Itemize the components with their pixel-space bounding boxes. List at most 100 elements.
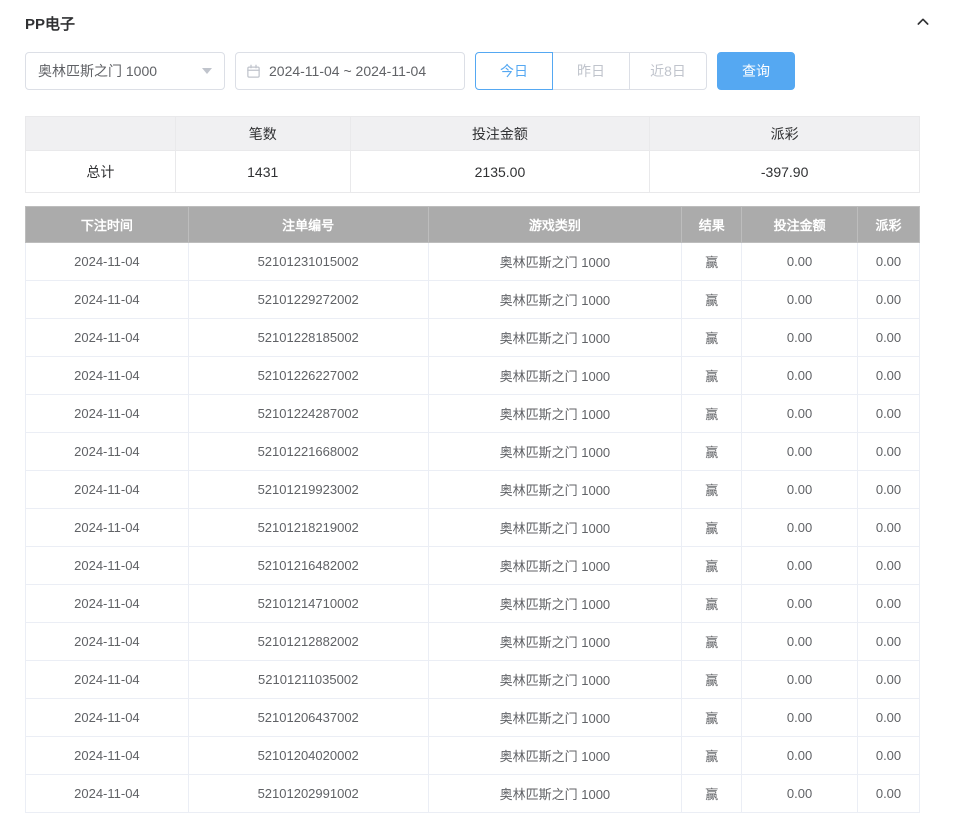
summary-header-blank	[26, 117, 176, 151]
cell-payout: 0.00	[858, 281, 920, 319]
cell-result: 赢	[682, 547, 742, 585]
calendar-icon	[246, 64, 261, 79]
cell-order_no: 52101221668002	[188, 433, 428, 471]
cell-game: 奥林匹斯之门 1000	[428, 737, 682, 775]
cell-date: 2024-11-04	[26, 319, 189, 357]
cell-bet: 0.00	[742, 433, 858, 471]
bet-table-header-row: 下注时间注单编号游戏类别结果投注金额派彩	[26, 207, 920, 243]
cell-date: 2024-11-04	[26, 471, 189, 509]
cell-game: 奥林匹斯之门 1000	[428, 281, 682, 319]
cell-order_no: 52101219923002	[188, 471, 428, 509]
cell-payout: 0.00	[858, 509, 920, 547]
table-row: 2024-11-0452101231015002奥林匹斯之门 1000赢0.00…	[26, 243, 920, 281]
cell-result: 赢	[682, 585, 742, 623]
cell-bet: 0.00	[742, 471, 858, 509]
cell-game: 奥林匹斯之门 1000	[428, 661, 682, 699]
cell-result: 赢	[682, 395, 742, 433]
summary-header-bet: 投注金额	[350, 117, 650, 151]
cell-bet: 0.00	[742, 775, 858, 813]
cell-date: 2024-11-04	[26, 623, 189, 661]
summary-total-row: 总计 1431 2135.00 -397.90	[26, 151, 920, 193]
cell-game: 奥林匹斯之门 1000	[428, 509, 682, 547]
cell-date: 2024-11-04	[26, 661, 189, 699]
cell-date: 2024-11-04	[26, 357, 189, 395]
cell-payout: 0.00	[858, 699, 920, 737]
table-row: 2024-11-0452101229272002奥林匹斯之门 1000赢0.00…	[26, 281, 920, 319]
cell-bet: 0.00	[742, 281, 858, 319]
cell-game: 奥林匹斯之门 1000	[428, 623, 682, 661]
cell-game: 奥林匹斯之门 1000	[428, 471, 682, 509]
cell-date: 2024-11-04	[26, 699, 189, 737]
cell-bet: 0.00	[742, 585, 858, 623]
cell-result: 赢	[682, 433, 742, 471]
cell-date: 2024-11-04	[26, 395, 189, 433]
cell-payout: 0.00	[858, 737, 920, 775]
column-header-payout: 派彩	[858, 207, 920, 243]
quick-filter-last8days[interactable]: 近8日	[629, 52, 707, 90]
quick-filter-yesterday[interactable]: 昨日	[552, 52, 630, 90]
page-title: PP电子	[25, 13, 75, 34]
table-row: 2024-11-0452101216482002奥林匹斯之门 1000赢 0.00…	[26, 547, 920, 585]
cell-result: 赢	[682, 661, 742, 699]
cell-result: 赢	[682, 471, 742, 509]
cell-order_no: 52101224287002	[188, 395, 428, 433]
cell-payout: 0.00	[858, 585, 920, 623]
date-range-value: 2024-11-04 ~ 2024-11-04	[269, 63, 426, 79]
cell-bet: 0.00	[742, 395, 858, 433]
cell-game: 奥林匹斯之门 1000	[428, 243, 682, 281]
cell-game: 奥林匹斯之门 1000	[428, 775, 682, 813]
cell-date: 2024-11-04	[26, 585, 189, 623]
chevron-up-icon	[915, 14, 931, 33]
cell-order_no: 52101229272002	[188, 281, 428, 319]
cell-order_no: 52101231015002	[188, 243, 428, 281]
panel-header: PP电子	[25, 10, 935, 36]
summary-payout-value: -397.90	[650, 151, 920, 193]
column-header-result: 结果	[682, 207, 742, 243]
game-select[interactable]: 奥林匹斯之门 1000	[25, 52, 225, 90]
filter-row: 奥林匹斯之门 1000 2024-11-04 ~ 2024-11-04 今日 昨…	[25, 52, 935, 90]
quick-filter-today[interactable]: 今日	[475, 52, 553, 90]
column-header-order_no: 注单编号	[188, 207, 428, 243]
table-row: 2024-11-0452101224287002奥林匹斯之门 1000赢0.00…	[26, 395, 920, 433]
cell-date: 2024-11-04	[26, 509, 189, 547]
cell-game: 奥林匹斯之门 1000	[428, 547, 682, 585]
cell-date: 2024-11-04	[26, 775, 189, 813]
cell-date: 2024-11-04	[26, 547, 189, 585]
cell-date: 2024-11-04	[26, 243, 189, 281]
bet-table: 下注时间注单编号游戏类别结果投注金额派彩 2024-11-04521012310…	[25, 206, 920, 813]
cell-payout: 0.00	[858, 433, 920, 471]
cell-result: 赢	[682, 319, 742, 357]
column-header-bet: 投注金额	[742, 207, 858, 243]
search-button[interactable]: 查询	[717, 52, 795, 90]
cell-order_no: 52101214710002	[188, 585, 428, 623]
table-row: 2024-11-0452101218219002奥林匹斯之门 1000赢0.00…	[26, 509, 920, 547]
cell-result: 赢	[682, 737, 742, 775]
cell-payout: 0.00	[858, 319, 920, 357]
cell-order_no: 52101212882002	[188, 623, 428, 661]
date-range-input[interactable]: 2024-11-04 ~ 2024-11-04	[235, 52, 465, 90]
cell-payout: 0.00	[858, 661, 920, 699]
cell-payout: 0.00	[858, 623, 920, 661]
summary-bet-value: 2135.00	[350, 151, 650, 193]
summary-table: 笔数 投注金额 派彩 总计 1431 2135.00 -397.90	[25, 116, 920, 193]
cell-result: 赢	[682, 509, 742, 547]
quick-filter-group: 今日 昨日 近8日	[475, 52, 707, 90]
summary-total-label: 总计	[26, 151, 176, 193]
cell-result: 赢	[682, 357, 742, 395]
cell-game: 奥林匹斯之门 1000	[428, 395, 682, 433]
table-row: 2024-11-0452101211035002奥林匹斯之门 1000赢0.00…	[26, 661, 920, 699]
cell-bet: 0.00	[742, 661, 858, 699]
collapse-button[interactable]	[911, 11, 935, 35]
table-row: 2024-11-0452101214710002奥林匹斯之门 1000赢0.00…	[26, 585, 920, 623]
cell-order_no: 52101202991002	[188, 775, 428, 813]
cell-order_no: 52101216482002	[188, 547, 428, 585]
cell-payout: 0.00	[858, 547, 920, 585]
cell-payout: 0.00	[858, 395, 920, 433]
cell-bet: 0.00	[742, 243, 858, 281]
summary-header-payout: 派彩	[650, 117, 920, 151]
column-header-date: 下注时间	[26, 207, 189, 243]
cell-date: 2024-11-04	[26, 281, 189, 319]
cell-payout: 0.00	[858, 243, 920, 281]
cell-result: 赢	[682, 623, 742, 661]
column-header-game: 游戏类别	[428, 207, 682, 243]
